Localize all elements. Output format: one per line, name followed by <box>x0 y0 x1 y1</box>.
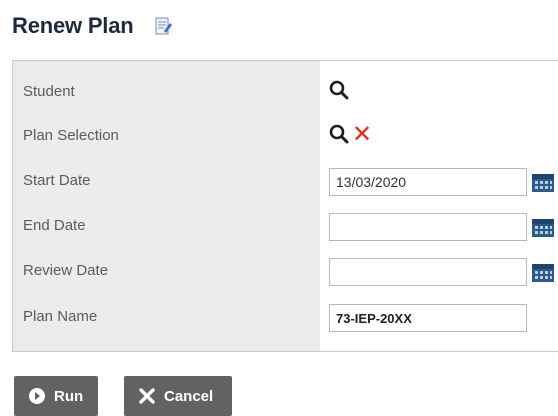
action-buttons: Run Cancel <box>14 376 232 416</box>
review-date-label: Review Date <box>23 262 109 279</box>
play-circle-icon <box>28 387 46 405</box>
end-date-input[interactable] <box>329 213 527 241</box>
plan-name-field <box>329 304 527 332</box>
student-row: Student <box>13 71 558 115</box>
clear-x-icon[interactable]: ✕ <box>352 122 372 146</box>
start-date-field <box>329 168 555 196</box>
review-date-row: Review Date <box>13 250 558 294</box>
plan-name-label: Plan Name <box>23 308 98 325</box>
plan-selection-row: Plan Selection ✕ <box>13 115 558 159</box>
calendar-icon[interactable] <box>531 171 555 193</box>
x-icon <box>138 387 156 405</box>
cancel-button[interactable]: Cancel <box>124 376 232 416</box>
end-date-label: End Date <box>23 217 86 234</box>
search-icon[interactable] <box>329 79 349 101</box>
plan-selection-label: Plan Selection <box>23 127 119 144</box>
calendar-icon[interactable] <box>531 261 555 283</box>
run-button-label: Run <box>54 387 84 405</box>
student-field <box>329 79 349 101</box>
plan-selection-field: ✕ <box>329 122 372 146</box>
cancel-button-label: Cancel <box>164 387 214 405</box>
run-button[interactable]: Run <box>14 376 98 416</box>
review-date-input[interactable] <box>329 258 527 286</box>
student-label: Student <box>23 83 75 100</box>
end-date-field <box>329 213 555 241</box>
page-header: Renew Plan <box>12 8 173 44</box>
plan-name-row: Plan Name <box>13 296 558 340</box>
search-icon[interactable] <box>329 123 349 145</box>
review-date-field <box>329 258 555 286</box>
start-date-label: Start Date <box>23 172 91 189</box>
start-date-input[interactable] <box>329 168 527 196</box>
renew-plan-form: Student Plan Selection ✕ Start Date 13/0… <box>12 60 558 352</box>
plan-name-input[interactable] <box>329 304 527 332</box>
end-date-row: End Date <box>13 205 558 249</box>
start-date-row: Start Date <box>13 160 558 204</box>
calendar-icon[interactable] <box>531 216 555 238</box>
edit-icon[interactable] <box>155 16 173 36</box>
page-title: Renew Plan <box>12 13 134 38</box>
